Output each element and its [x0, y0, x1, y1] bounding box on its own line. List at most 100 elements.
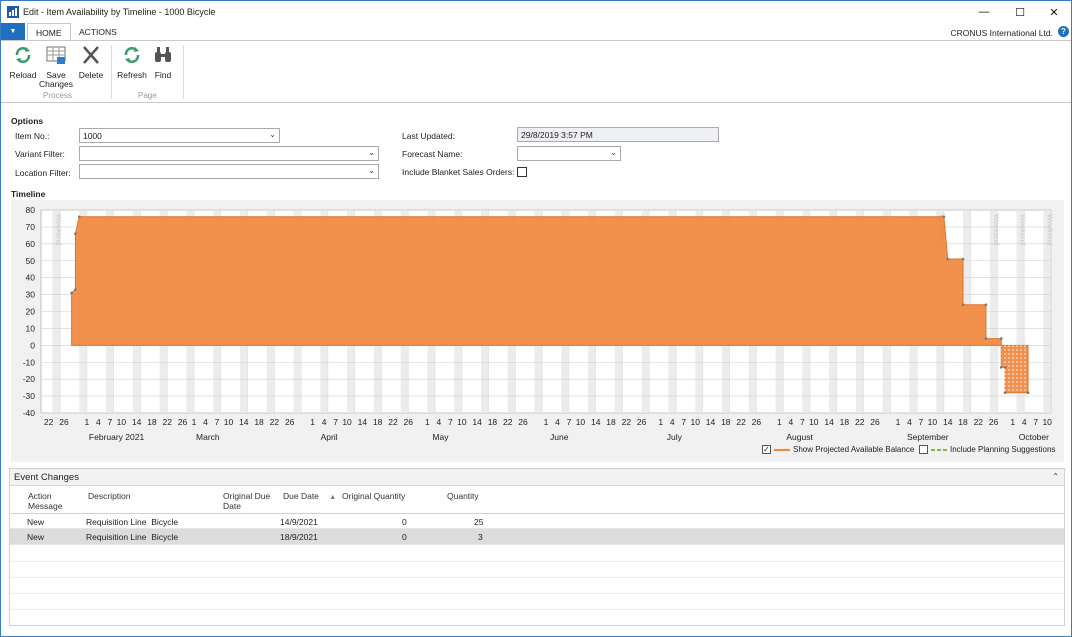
reload-label: Reload — [9, 70, 37, 80]
series-point — [70, 291, 73, 295]
legend-line-orange — [774, 448, 790, 451]
x-tick-label: 4 — [1022, 417, 1027, 427]
weekend-label: Weekend — [1019, 214, 1028, 246]
y-tick-label: -10 — [23, 357, 36, 367]
app-window: Edit - Item Availability by Timeline - 1… — [0, 0, 1072, 637]
cell-quantity: 25 — [474, 517, 484, 527]
legend-planning-checkbox[interactable] — [919, 445, 928, 454]
x-tick-label: 7 — [567, 417, 572, 427]
cell-original-quantity: 0 — [402, 532, 407, 542]
sort-ascending-icon: ▲ — [329, 494, 337, 501]
options-title: Options — [11, 116, 44, 126]
legend-projected-checkbox[interactable]: ✓ — [762, 445, 771, 454]
x-month-label: April — [321, 432, 338, 442]
x-month-label: June — [550, 432, 569, 442]
minimize-icon: — — [978, 6, 990, 18]
col-action-message[interactable]: Action Message — [28, 491, 63, 511]
x-tick-label: 14 — [132, 417, 142, 427]
help-icon[interactable]: ? — [1058, 26, 1069, 37]
ribbon-group-page: Page — [138, 91, 157, 100]
last-updated-field[interactable]: 29/8/2019 3:57 PM — [517, 127, 719, 142]
event-changes-header[interactable]: Event Changes ⌃ — [10, 469, 1064, 486]
empty-row-line — [10, 577, 1064, 578]
window-title: Edit - Item Availability by Timeline - 1… — [23, 7, 216, 17]
cell-due-date: 14/9/2021 — [280, 517, 318, 527]
col-original-due-date[interactable]: Original Due Date — [223, 491, 270, 511]
find-button[interactable]: Find — [145, 44, 181, 80]
table-row[interactable]: New Requisition Line Bicycle 18/9/2021 0… — [10, 529, 1064, 545]
variant-filter-field[interactable]: ⌄ — [79, 146, 379, 161]
cell-original-quantity: 0 — [402, 517, 407, 527]
series-point — [999, 366, 1003, 369]
x-tick-label: 18 — [488, 417, 498, 427]
empty-row-line — [10, 561, 1064, 562]
x-tick-label: 7 — [681, 417, 686, 427]
x-month-label: August — [786, 432, 813, 442]
chevron-down-icon[interactable]: ⌄ — [368, 166, 375, 175]
x-tick-label: 7 — [800, 417, 805, 427]
legend-projected-label: Show Projected Available Balance — [793, 445, 915, 454]
include-blanket-checkbox[interactable] — [517, 167, 527, 177]
series-point — [961, 257, 965, 261]
x-tick-label: 18 — [606, 417, 616, 427]
tab-actions[interactable]: ACTIONS — [71, 23, 125, 40]
x-tick-label: 14 — [239, 417, 249, 427]
x-tick-label: 10 — [457, 417, 467, 427]
y-tick-label: -30 — [23, 391, 36, 401]
cell-quantity: 3 — [478, 532, 483, 542]
col-quantity[interactable]: Quantity — [447, 491, 479, 501]
chevron-down-icon[interactable]: ⌄ — [269, 130, 276, 139]
y-tick-label: 30 — [26, 290, 36, 300]
x-tick-label: 4 — [907, 417, 912, 427]
x-tick-label: 22 — [855, 417, 865, 427]
series-point — [1003, 366, 1007, 369]
x-tick-label: 4 — [96, 417, 101, 427]
tab-home[interactable]: HOME — [27, 23, 71, 41]
reload-button[interactable]: Reload — [5, 44, 41, 80]
save-changes-button[interactable]: Save Changes — [38, 44, 74, 89]
delete-button[interactable]: Delete — [73, 44, 109, 80]
x-tick-label: 10 — [576, 417, 586, 427]
legend-planning[interactable]: Include Planning Suggestions — [919, 445, 1055, 454]
company-name[interactable]: CRONUS International Ltd. — [950, 28, 1053, 38]
x-tick-label: 22 — [974, 417, 984, 427]
x-tick-label: 22 — [44, 417, 54, 427]
x-tick-label: 4 — [322, 417, 327, 427]
item-no-field[interactable]: 1000 ⌄ — [79, 128, 280, 143]
reload-icon — [15, 47, 31, 63]
app-menu-button[interactable]: ▼ — [1, 23, 25, 40]
series-point — [946, 257, 950, 261]
series-point — [942, 215, 946, 219]
series-point — [1026, 391, 1030, 394]
x-tick-label: 7 — [448, 417, 453, 427]
y-tick-label: 50 — [26, 256, 36, 266]
y-tick-label: -40 — [23, 408, 36, 418]
x-tick-label: 14 — [591, 417, 601, 427]
chevron-down-icon[interactable]: ⌄ — [368, 148, 375, 157]
col-original-quantity[interactable]: Original Quantity — [342, 491, 405, 501]
delete-icon — [83, 46, 99, 64]
ribbon-separator — [183, 45, 184, 99]
x-tick-label: 18 — [721, 417, 731, 427]
last-updated-value: 29/8/2019 3:57 PM — [521, 130, 593, 140]
col-description[interactable]: Description — [88, 491, 131, 501]
legend-projected[interactable]: ✓ Show Projected Available Balance — [762, 445, 914, 454]
chevron-down-icon[interactable]: ⌄ — [610, 148, 617, 157]
x-tick-label: 1 — [896, 417, 901, 427]
delete-label: Delete — [78, 70, 104, 80]
last-updated-label: Last Updated: — [402, 131, 455, 141]
save-changes-label-2: Changes — [38, 79, 74, 89]
location-filter-field[interactable]: ⌄ — [79, 164, 379, 179]
col-due-date[interactable]: Due Date ▲ — [283, 491, 336, 503]
table-row[interactable]: New Requisition Line Bicycle 14/9/2021 0… — [10, 513, 1064, 529]
x-tick-label: 22 — [736, 417, 746, 427]
forecast-name-field[interactable]: ⌄ — [517, 146, 621, 161]
minimize-button[interactable]: — — [967, 1, 1001, 23]
chevron-up-icon[interactable]: ⌃ — [1052, 472, 1059, 481]
maximize-button[interactable]: ☐ — [1003, 1, 1037, 23]
close-button[interactable]: ✕ — [1037, 1, 1071, 23]
close-icon: ✕ — [1049, 6, 1059, 19]
x-tick-label: 4 — [437, 417, 442, 427]
maximize-icon: ☐ — [1015, 6, 1025, 19]
x-tick-label: 4 — [555, 417, 560, 427]
